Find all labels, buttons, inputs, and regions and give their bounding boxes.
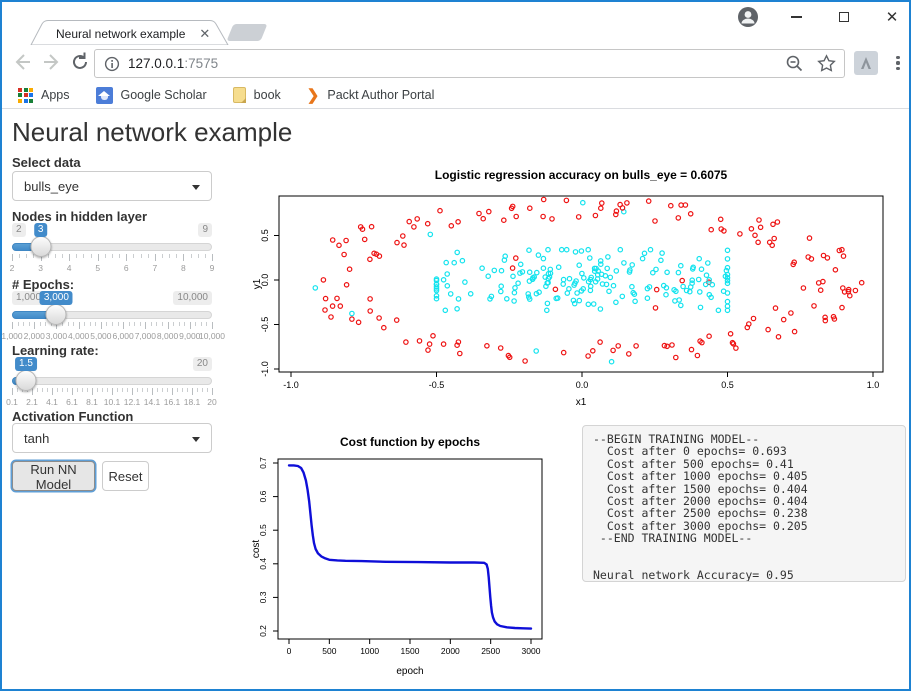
bookmark-label: Apps xyxy=(41,88,70,102)
svg-text:Logistic regression accuracy o: Logistic regression accuracy on bulls_ey… xyxy=(435,168,728,182)
svg-text:1000: 1000 xyxy=(360,646,379,656)
bookmark-packt[interactable]: ❯ Packt Author Portal xyxy=(307,88,435,103)
svg-text:2000: 2000 xyxy=(441,646,460,656)
browser-window: Neural network example ✕ ✕ xyxy=(0,0,911,691)
svg-text:Cost function by epochs: Cost function by epochs xyxy=(340,435,480,449)
svg-text:3000: 3000 xyxy=(522,646,541,656)
zoom-out-page-icon[interactable] xyxy=(785,54,804,73)
apps-grid-icon xyxy=(18,88,33,103)
svg-text:-1.0: -1.0 xyxy=(260,361,270,377)
select-data-value: bulls_eye xyxy=(24,179,79,194)
activation-function-label: Activation Function xyxy=(12,409,133,424)
learning-rate-slider[interactable]: 20 1.5 0.12.14.16.18.110.112.114.116.118.1… xyxy=(12,357,212,409)
svg-text:0: 0 xyxy=(287,646,292,656)
svg-text:0.5: 0.5 xyxy=(258,524,268,536)
page-title: Neural network example xyxy=(12,117,292,148)
activation-function-value: tanh xyxy=(24,431,49,446)
google-scholar-icon xyxy=(96,87,113,104)
bookmark-label: book xyxy=(254,88,281,102)
epochs-slider-label: # Epochs: xyxy=(12,277,74,292)
svg-text:0.3: 0.3 xyxy=(258,591,268,603)
slider-min-label: 2 xyxy=(12,223,26,237)
forward-icon[interactable] xyxy=(40,50,64,74)
chevron-down-icon xyxy=(192,437,200,442)
bookmark-google-scholar[interactable]: Google Scholar xyxy=(96,87,207,104)
tab-close-icon[interactable]: ✕ xyxy=(199,26,210,42)
slider-grid: 23456789 xyxy=(12,254,212,274)
tab-title: Neural network example xyxy=(56,27,185,41)
cost-plot: Cost function by epochs 0 500 1000 1500 2000 2… xyxy=(252,431,567,689)
svg-text:epoch: epoch xyxy=(396,666,423,677)
svg-text:0.4: 0.4 xyxy=(258,558,268,570)
svg-text:1.0: 1.0 xyxy=(867,380,880,390)
slider-value-badge: 1.5 xyxy=(15,357,37,371)
menu-icon[interactable] xyxy=(891,53,905,73)
slider-handle[interactable] xyxy=(30,236,51,257)
slider-grid: 1,0002,0003,0004,0005,0006,0007,0008,000… xyxy=(12,322,212,342)
scatter-plot: Logistic regression accuracy on bulls_ey… xyxy=(252,161,900,413)
slider-grid: 0.12.14.16.18.110.112.114.116.118.120 xyxy=(12,388,212,408)
profile-avatar-icon[interactable] xyxy=(737,6,759,28)
close-button[interactable]: ✕ xyxy=(881,6,903,28)
svg-text:-0.5: -0.5 xyxy=(260,317,270,333)
svg-text:2500: 2500 xyxy=(481,646,500,656)
slider-max-label: 9 xyxy=(198,223,212,237)
svg-text:0.5: 0.5 xyxy=(260,229,270,242)
slider-handle[interactable] xyxy=(16,370,37,391)
slider-track xyxy=(12,377,212,385)
bookmark-label: Google Scholar xyxy=(121,88,207,102)
book-icon xyxy=(233,87,246,103)
minimize-button[interactable] xyxy=(785,6,807,28)
browser-toolbar: 127.0.0.1:7575 xyxy=(2,45,909,82)
slider-value-badge: 3,000 xyxy=(40,291,73,305)
bookmark-book[interactable]: book xyxy=(233,87,281,103)
svg-text:cost: cost xyxy=(252,540,262,559)
bookmark-star-icon[interactable] xyxy=(817,54,836,73)
svg-text:x1: x1 xyxy=(576,397,587,408)
browser-tab[interactable]: Neural network example ✕ xyxy=(48,26,198,42)
select-data-label: Select data xyxy=(12,155,81,170)
svg-text:-0.5: -0.5 xyxy=(429,380,445,390)
browser-titlebar: Neural network example ✕ ✕ xyxy=(2,2,909,45)
activation-function-dropdown[interactable]: tanh xyxy=(12,423,212,453)
reset-button[interactable]: Reset xyxy=(102,461,149,491)
address-bar[interactable]: 127.0.0.1:7575 xyxy=(94,49,845,78)
slider-value-badge: 3 xyxy=(34,223,48,237)
url-text[interactable]: 127.0.0.1:7575 xyxy=(128,56,218,71)
svg-text:0.7: 0.7 xyxy=(258,457,268,469)
nodes-slider[interactable]: 2 9 3 23456789 xyxy=(12,223,212,275)
svg-text:0.0: 0.0 xyxy=(576,380,589,390)
pdf-extension-icon[interactable] xyxy=(854,51,878,75)
reload-icon[interactable] xyxy=(68,50,92,74)
svg-text:0.2: 0.2 xyxy=(258,625,268,637)
epochs-slider[interactable]: 1,00010,0003,0001,0002,0003,0004,0005,00… xyxy=(12,291,212,343)
slider-handle[interactable] xyxy=(46,304,67,325)
svg-text:1500: 1500 xyxy=(401,646,420,656)
slider-max-label: 20 xyxy=(193,357,212,371)
page-info-icon[interactable] xyxy=(104,56,120,72)
svg-text:-1.0: -1.0 xyxy=(283,380,299,390)
slider-max-label: 10,000 xyxy=(173,291,212,305)
bookmark-label: Packt Author Portal xyxy=(327,88,434,102)
maximize-button[interactable] xyxy=(833,6,855,28)
run-nn-model-button[interactable]: Run NN Model xyxy=(12,461,95,491)
svg-text:y1: y1 xyxy=(252,278,263,289)
new-tab-button[interactable] xyxy=(227,24,268,41)
bookmark-apps[interactable]: Apps xyxy=(18,88,70,103)
packt-chevron-icon: ❯ xyxy=(307,88,320,103)
svg-text:500: 500 xyxy=(322,646,336,656)
nodes-slider-label: Nodes in hidden layer xyxy=(12,209,147,224)
svg-text:0.6: 0.6 xyxy=(258,490,268,502)
select-data-dropdown[interactable]: bulls_eye xyxy=(12,171,212,201)
bookmarks-bar: Apps Google Scholar book ❯ Packt Author … xyxy=(2,82,909,109)
training-log-output: --BEGIN TRAINING MODEL-- Cost after 0 ep… xyxy=(582,425,906,582)
shiny-app-page: Neural network example Select data bulls… xyxy=(2,109,909,691)
learning-rate-slider-label: Learning rate: xyxy=(12,343,99,358)
chevron-down-icon xyxy=(192,185,200,190)
back-icon[interactable] xyxy=(10,50,34,74)
svg-text:0.5: 0.5 xyxy=(721,380,734,390)
